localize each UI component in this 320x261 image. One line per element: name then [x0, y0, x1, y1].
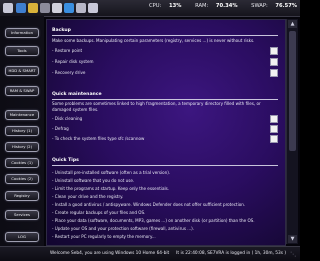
tip-item: - Uninstall software that you do not use…: [52, 178, 135, 183]
repair-disk-checkbox[interactable]: [270, 58, 278, 66]
cpu-stat: CPU: 13%: [143, 3, 181, 9]
main-content-panel: Backup Make some backups. Manipulating c…: [46, 19, 286, 246]
resize-grip-icon[interactable]: ⋱: [290, 251, 298, 259]
swap-value: 76.57%: [275, 3, 297, 9]
image-icon[interactable]: [88, 3, 98, 13]
sidebar-item-maintenance[interactable]: Maintenance: [5, 110, 39, 120]
windows-icon[interactable]: [64, 3, 74, 13]
folder-icon[interactable]: [28, 3, 38, 13]
swap-stat: SWAP: 76.57%: [245, 3, 297, 9]
defrag-checkbox[interactable]: [270, 125, 278, 133]
status-bar: Welcome Seb4, you are using Windows 10 H…: [0, 246, 300, 261]
backup-description: Make some backups. Manipulating certain …: [52, 38, 255, 43]
system-stats: CPU: 13% RAM: 70.34% SWAP: 76.57%: [137, 3, 297, 9]
monitor-icon[interactable]: [16, 3, 26, 13]
recovery-drive-label: - Recovery drive: [52, 70, 86, 75]
tip-item: - Install a good antivirus / antispyware…: [52, 202, 246, 207]
backup-section-title: Backup: [52, 28, 71, 33]
app-window: CPU: 13% RAM: 70.34% SWAP: 76.57% Inform…: [0, 0, 300, 261]
swap-label: SWAP:: [251, 3, 268, 9]
tools-icon[interactable]: [76, 3, 86, 13]
repair-disk-label: - Repair disk system: [52, 59, 94, 64]
sidebar-item-hdd-smart[interactable]: HDD & SMART: [5, 66, 39, 76]
quick-tips-title: Quick Tips: [52, 158, 79, 163]
restore-point-label: - Restore point: [52, 48, 83, 53]
section-divider: [52, 99, 278, 100]
scroll-up-arrow-icon[interactable]: ▲: [288, 20, 297, 28]
computer-icon[interactable]: [52, 3, 62, 13]
scroll-thumb[interactable]: [289, 31, 296, 151]
sidebar-item-log[interactable]: LOG: [5, 232, 39, 242]
ram-stat: RAM: 70.34%: [189, 3, 237, 9]
sidebar-item-tools[interactable]: Tools: [5, 46, 39, 56]
sidebar-item-registry[interactable]: Registry: [5, 191, 39, 201]
section-divider: [52, 165, 278, 166]
sidebar-item-ram-swap[interactable]: RAM & SWAP: [5, 86, 39, 96]
tip-item: - Restart your PC regularly to empty the…: [52, 234, 156, 239]
scroll-down-arrow-icon[interactable]: ▼: [288, 235, 297, 243]
sidebar-item-history-1[interactable]: History (1): [5, 126, 39, 136]
tip-item: - Create regular backups of your files a…: [52, 210, 146, 215]
defrag-label: - Defrag: [52, 126, 69, 131]
cpu-label: CPU:: [149, 3, 162, 9]
session-time: It is 22:40:08, SE7VRA is logged in ( 1h…: [176, 251, 286, 256]
restore-point-checkbox[interactable]: [270, 47, 278, 55]
tip-item: - Limit the programs at startup. Keep on…: [52, 186, 170, 191]
quick-maintenance-title: Quick maintenance: [52, 92, 102, 97]
sidebar-item-cookies-2[interactable]: Cookies (2): [5, 174, 39, 184]
section-divider: [52, 35, 278, 36]
sfc-scannow-label: - To check the system files type sfc /sc…: [52, 136, 145, 141]
sidebar: Information Tools HDD & SMART RAM & SWAP…: [0, 16, 44, 246]
drive-icon[interactable]: [40, 3, 50, 13]
sfc-scannow-checkbox[interactable]: [270, 135, 278, 143]
ram-label: RAM:: [195, 3, 209, 9]
tip-item: - Place your data (software, documents, …: [52, 218, 255, 223]
tip-item: - Uninstall pre-installed software (ofte…: [52, 170, 171, 175]
sidebar-item-information[interactable]: Information: [5, 28, 39, 38]
tip-item: - Clean your drive and the registry.: [52, 194, 124, 199]
top-toolbar: CPU: 13% RAM: 70.34% SWAP: 76.57%: [0, 0, 300, 17]
welcome-message: Welcome Seb4, you are using Windows 10 H…: [50, 251, 170, 256]
ram-value: 70.34%: [215, 3, 238, 9]
tip-item: - Update your OS and your protection sof…: [52, 226, 195, 231]
recovery-drive-checkbox[interactable]: [270, 69, 278, 77]
cpu-value: 13%: [169, 3, 182, 9]
quick-maintenance-description: Some problems are sometimes linked to hi…: [52, 101, 261, 112]
app-logo-icon[interactable]: [3, 3, 13, 13]
disk-cleaning-label: - Disk cleaning: [52, 116, 83, 121]
sidebar-item-cookies-1[interactable]: Cookies (1): [5, 158, 39, 168]
sidebar-item-history-2[interactable]: History (2): [5, 142, 39, 152]
disk-cleaning-checkbox[interactable]: [270, 115, 278, 123]
sidebar-item-services[interactable]: Services: [5, 210, 39, 220]
vertical-scrollbar[interactable]: ▲ ▼: [286, 19, 298, 244]
